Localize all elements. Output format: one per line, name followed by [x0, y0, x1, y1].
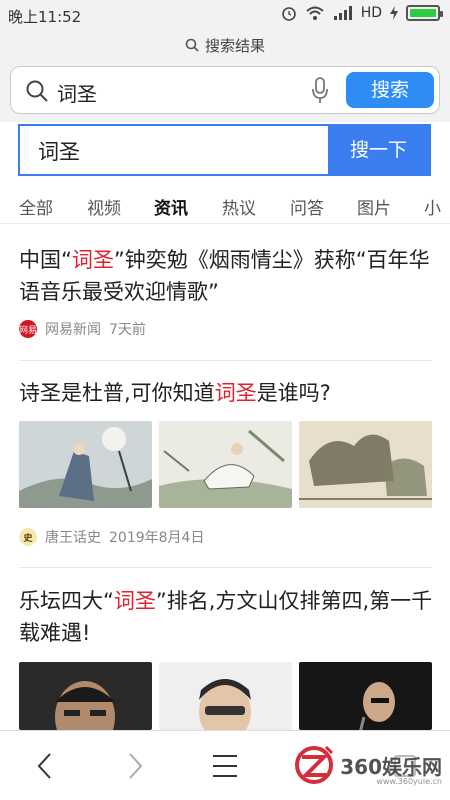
title-highlight: 词圣 — [113, 589, 156, 613]
wifi-icon — [306, 6, 324, 20]
watermark-text: 360娱乐网 — [340, 754, 442, 779]
tab-all[interactable]: 全部 — [19, 194, 53, 219]
divider — [19, 360, 432, 361]
article-time: 7天前 — [109, 322, 146, 338]
page-title-text: 搜索结果 — [204, 36, 265, 55]
microphone-icon[interactable] — [311, 77, 329, 105]
browser-bar: 词圣 搜索 — [0, 60, 450, 122]
search-icon — [26, 80, 48, 102]
network-type: HD — [360, 5, 382, 21]
article-title[interactable]: 中国“词圣”钟奕勉《烟雨情尘》获称“百年华语音乐最受欢迎情歌” — [19, 244, 434, 308]
tab-qa[interactable]: 问答 — [290, 194, 324, 219]
bottom-nav: 360娱乐网 www.360yule.cn — [0, 730, 450, 800]
history-logo-icon: 史 — [19, 528, 37, 546]
chevron-left-icon — [37, 753, 51, 779]
divider — [19, 567, 432, 568]
page-search-box[interactable]: 词圣 搜一下 — [18, 124, 431, 176]
status-bar: 晚上11:52 HD — [0, 0, 450, 30]
article-image[interactable] — [159, 421, 292, 508]
browser-search-input[interactable]: 词圣 搜索 — [10, 66, 440, 114]
article-meta: 网易 网易新闻 7天前 — [19, 319, 146, 339]
menu-button[interactable] — [205, 749, 245, 783]
search-icon — [185, 38, 199, 52]
title-text: 诗圣是杜普,可你知道 — [19, 381, 215, 405]
article-source: 唐王话史 — [45, 530, 101, 546]
article-time: 2019年8月4日 — [109, 530, 205, 546]
article-image[interactable] — [299, 662, 432, 730]
signal-icon — [333, 6, 352, 20]
alarm-icon — [281, 7, 296, 21]
page-title: 搜索结果 — [0, 30, 450, 60]
title-text: 乐坛四大“ — [19, 589, 114, 613]
page-search-button[interactable]: 搜一下 — [328, 126, 429, 174]
article-image[interactable] — [159, 662, 292, 730]
battery-icon — [406, 5, 443, 21]
article-title[interactable]: 诗圣是杜普,可你知道词圣是谁吗? — [19, 377, 434, 409]
tab-discussion[interactable]: 热议 — [222, 194, 256, 219]
status-time: 晚上11:52 — [8, 8, 82, 26]
watermark: 360娱乐网 www.360yule.cn — [292, 743, 442, 787]
article-image[interactable] — [19, 421, 152, 508]
tab-more[interactable]: 小 — [424, 194, 441, 219]
chevron-right-icon — [129, 753, 143, 779]
title-text: 中国“ — [19, 248, 72, 272]
forward-button[interactable] — [116, 749, 156, 783]
watermark-url: www.360yule.cn — [376, 777, 442, 786]
title-text: 是谁吗? — [256, 381, 331, 405]
menu-icon — [213, 755, 237, 777]
article-title[interactable]: 乐坛四大“词圣”排名,方文山仅排第四,第一千载难遇! — [19, 585, 434, 649]
article-meta: 史 唐王话史 2019年8月4日 — [19, 527, 204, 547]
back-button[interactable] — [24, 749, 64, 783]
netease-logo-icon: 网易 — [19, 320, 37, 338]
tab-news[interactable]: 资讯 — [154, 194, 188, 219]
status-icons: HD — [281, 5, 443, 21]
title-highlight: 词圣 — [71, 248, 114, 272]
page-search-query: 词圣 — [38, 140, 80, 164]
tab-video[interactable]: 视频 — [87, 194, 121, 219]
charging-icon — [390, 6, 398, 20]
article-source: 网易新闻 — [45, 322, 101, 338]
browser-search-query: 词圣 — [57, 82, 97, 106]
browser-search-button[interactable]: 搜索 — [346, 72, 434, 108]
watermark-logo-icon — [295, 745, 334, 784]
category-tabs: 全部 视频 资讯 热议 问答 图片 小 — [0, 186, 450, 224]
article-image[interactable] — [19, 662, 152, 730]
article-image[interactable] — [299, 421, 432, 508]
title-highlight: 词圣 — [214, 381, 257, 405]
tab-images[interactable]: 图片 — [357, 194, 391, 219]
